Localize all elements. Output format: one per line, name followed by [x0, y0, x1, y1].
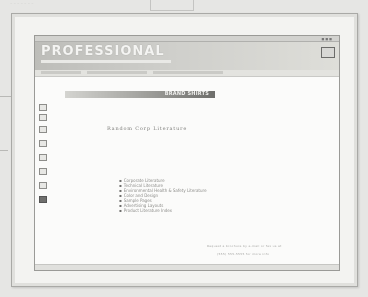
exit-icon[interactable]: [39, 196, 47, 203]
site-header: PROFESSIONAL: [35, 42, 339, 70]
site-logo[interactable]: PROFESSIONAL: [41, 44, 165, 59]
toolbar-button[interactable]: [153, 71, 223, 74]
main-content: Random Corp Literature Corporate Literat…: [75, 98, 325, 258]
toolbar-button[interactable]: [41, 71, 81, 74]
page-title: Random Corp Literature: [107, 126, 188, 132]
background-faint-text: ~~~~~~~: [10, 1, 35, 5]
left-sidebar: [37, 100, 49, 220]
document-icon[interactable]: [39, 114, 47, 121]
literature-link-list: Corporate Literature Technical Literatur…: [119, 178, 207, 213]
address-field[interactable]: [87, 71, 147, 74]
search-icon[interactable]: [39, 168, 47, 175]
list-item[interactable]: Product Literature Index: [119, 208, 207, 213]
logo-badge-icon: [321, 47, 335, 58]
browser-window: ■■■ PROFESSIONAL BRAND SHIRTS Random Cor…: [34, 35, 340, 271]
footer-text: Request a brochure by e-mail or fax us a…: [207, 244, 282, 248]
monitor-frame: ■■■ PROFESSIONAL BRAND SHIRTS Random Cor…: [11, 13, 358, 287]
folder-icon[interactable]: [39, 140, 47, 147]
help-icon[interactable]: [39, 182, 47, 189]
background-sketch-line: [0, 150, 8, 151]
mail-icon[interactable]: [39, 154, 47, 161]
nav-label[interactable]: BRAND SHIRTS: [165, 91, 209, 98]
window-controls-icon[interactable]: ■■■: [321, 37, 333, 41]
background-sketch: [150, 0, 194, 11]
home-icon[interactable]: [39, 104, 47, 111]
footer-text: (555) 555-5555 for more info: [217, 252, 270, 256]
list-icon[interactable]: [39, 126, 47, 133]
site-tagline-bar: [41, 60, 171, 63]
browser-statusbar: [35, 264, 339, 270]
section-nav-bar[interactable]: BRAND SHIRTS: [65, 91, 215, 98]
browser-toolbar: [35, 70, 339, 77]
